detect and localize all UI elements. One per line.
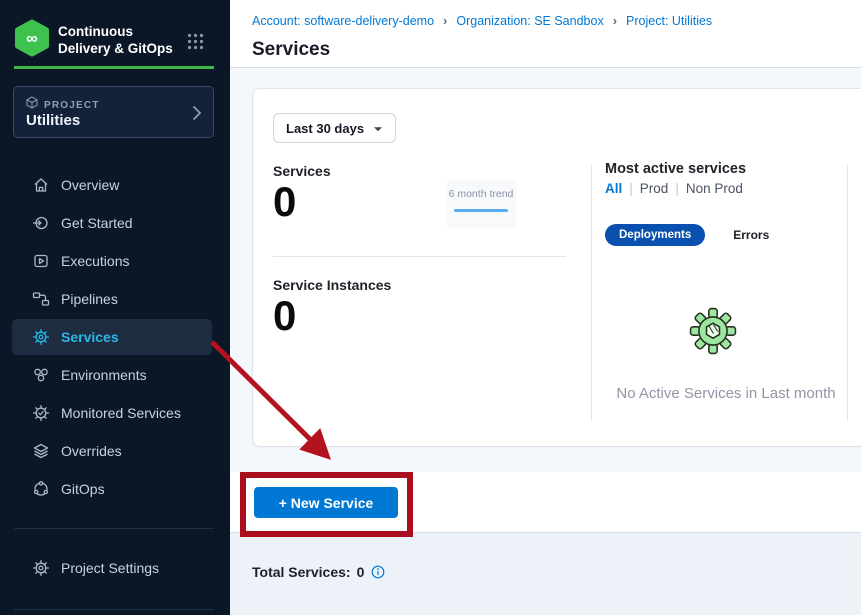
sidebar-item-label: Overrides xyxy=(61,443,122,459)
sidebar-item-overrides[interactable]: Overrides xyxy=(0,432,230,470)
sidebar-item-get-started[interactable]: Get Started xyxy=(0,204,230,242)
total-services-value: 0 xyxy=(357,564,365,580)
total-services-label: Total Services: xyxy=(252,564,351,580)
sidebar-item-project-settings[interactable]: Project Settings xyxy=(0,549,230,587)
metric-divider xyxy=(273,256,566,257)
services-toolbar: + New Service xyxy=(230,472,861,533)
services-list-section: Total Services: 0 xyxy=(230,533,861,615)
filter-non-prod[interactable]: Non Prod xyxy=(686,181,743,196)
layers-icon xyxy=(32,442,50,460)
project-selector-value: Utilities xyxy=(26,112,80,129)
sidebar-item-label: Overview xyxy=(61,177,119,193)
sidebar-item-services[interactable]: Services xyxy=(0,318,230,356)
trend-label: 6 month trend xyxy=(446,188,516,200)
services-metric-label: Services xyxy=(273,163,331,179)
svg-text:∞: ∞ xyxy=(26,31,37,48)
sidebar-item-label: GitOps xyxy=(61,481,105,497)
app-window: ∞ Continuous Delivery & GitOps xyxy=(0,0,861,615)
page-title: Services xyxy=(252,39,330,61)
sidebar-item-label: Pipelines xyxy=(61,291,118,307)
filter-prod[interactable]: Prod xyxy=(640,181,669,196)
instances-metric-value: 0 xyxy=(273,295,296,337)
module-grid-icon[interactable] xyxy=(186,32,205,56)
sidebar-divider xyxy=(14,609,214,610)
sidebar-item-executions[interactable]: Executions xyxy=(0,242,230,280)
settings-gear-icon xyxy=(32,559,50,577)
executions-icon xyxy=(32,252,50,270)
info-icon[interactable] xyxy=(371,565,385,579)
get-started-icon xyxy=(32,214,50,232)
trend-sparkline xyxy=(454,209,508,212)
app-title: Continuous Delivery & GitOps xyxy=(58,24,173,58)
trend-sparkline-box: 6 month trend xyxy=(446,179,516,229)
time-range-dropdown[interactable]: Last 30 days xyxy=(273,113,396,143)
sidebar-item-label: Executions xyxy=(61,253,129,269)
project-selector-label: PROJECT xyxy=(44,100,100,111)
breadcrumb-account-link[interactable]: Account: software-delivery-demo xyxy=(252,14,434,28)
chevron-right-icon: › xyxy=(434,13,456,28)
most-active-title: Most active services xyxy=(605,161,847,177)
monitored-services-icon xyxy=(32,404,50,422)
services-gear-icon xyxy=(32,328,50,346)
environments-icon xyxy=(32,366,50,384)
empty-state-message: No Active Services in Last month xyxy=(595,385,857,402)
sidebar-item-label: Get Started xyxy=(61,215,133,231)
filter-all[interactable]: All xyxy=(605,181,622,196)
project-selector[interactable]: PROJECT Utilities xyxy=(13,86,214,138)
breadcrumb-project-link[interactable]: Project: Utilities xyxy=(626,14,712,28)
time-range-value: Last 30 days xyxy=(286,121,364,136)
module-accent-underline xyxy=(14,66,214,69)
caret-down-icon xyxy=(373,121,383,136)
app-logo-row: ∞ Continuous Delivery & GitOps xyxy=(14,18,173,63)
chevron-right-icon xyxy=(191,103,203,128)
filter-separator: | xyxy=(622,181,640,196)
sidebar-item-label: Project Settings xyxy=(61,560,159,576)
chevron-right-icon: › xyxy=(604,13,626,28)
panel-divider xyxy=(591,164,592,421)
empty-state-gear-illustration xyxy=(689,307,737,360)
sidebar-item-label: Monitored Services xyxy=(61,405,181,421)
environment-filters: All | Prod | Non Prod xyxy=(605,181,847,196)
sidebar-divider xyxy=(14,528,214,529)
harness-cd-logo-icon: ∞ xyxy=(14,18,50,63)
instances-metric-label: Service Instances xyxy=(273,277,391,293)
sidebar-item-label: Services xyxy=(61,329,119,345)
main-content: Account: software-delivery-demo › Organi… xyxy=(230,0,861,615)
pipelines-icon xyxy=(32,290,50,308)
gitops-icon xyxy=(32,480,50,498)
sidebar-item-environments[interactable]: Environments xyxy=(0,356,230,394)
breadcrumb: Account: software-delivery-demo › Organi… xyxy=(252,13,712,28)
tab-deployments[interactable]: Deployments xyxy=(605,224,705,246)
sidebar-item-overview[interactable]: Overview xyxy=(0,166,230,204)
metric-tabs: Deployments Errors xyxy=(605,224,769,246)
tab-errors[interactable]: Errors xyxy=(733,228,769,242)
sidebar-item-monitored-services[interactable]: Monitored Services xyxy=(0,394,230,432)
page-header: Account: software-delivery-demo › Organi… xyxy=(230,0,861,68)
sidebar-item-label: Environments xyxy=(61,367,147,383)
new-service-button[interactable]: + New Service xyxy=(254,487,398,518)
sidebar-nav: Overview Get Started Executions xyxy=(0,166,230,508)
sidebar-item-gitops[interactable]: GitOps xyxy=(0,470,230,508)
sidebar: ∞ Continuous Delivery & GitOps xyxy=(0,0,230,615)
breadcrumb-organization-link[interactable]: Organization: SE Sandbox xyxy=(456,14,603,28)
services-dashboard-card: Last 30 days Services 0 6 month trend Se… xyxy=(252,88,861,447)
sidebar-item-pipelines[interactable]: Pipelines xyxy=(0,280,230,318)
filter-separator: | xyxy=(668,181,686,196)
panel-divider xyxy=(847,164,848,421)
most-active-services-panel: Most active services All | Prod | Non Pr… xyxy=(605,161,847,196)
services-metric-value: 0 xyxy=(273,181,296,223)
home-icon xyxy=(32,176,50,194)
